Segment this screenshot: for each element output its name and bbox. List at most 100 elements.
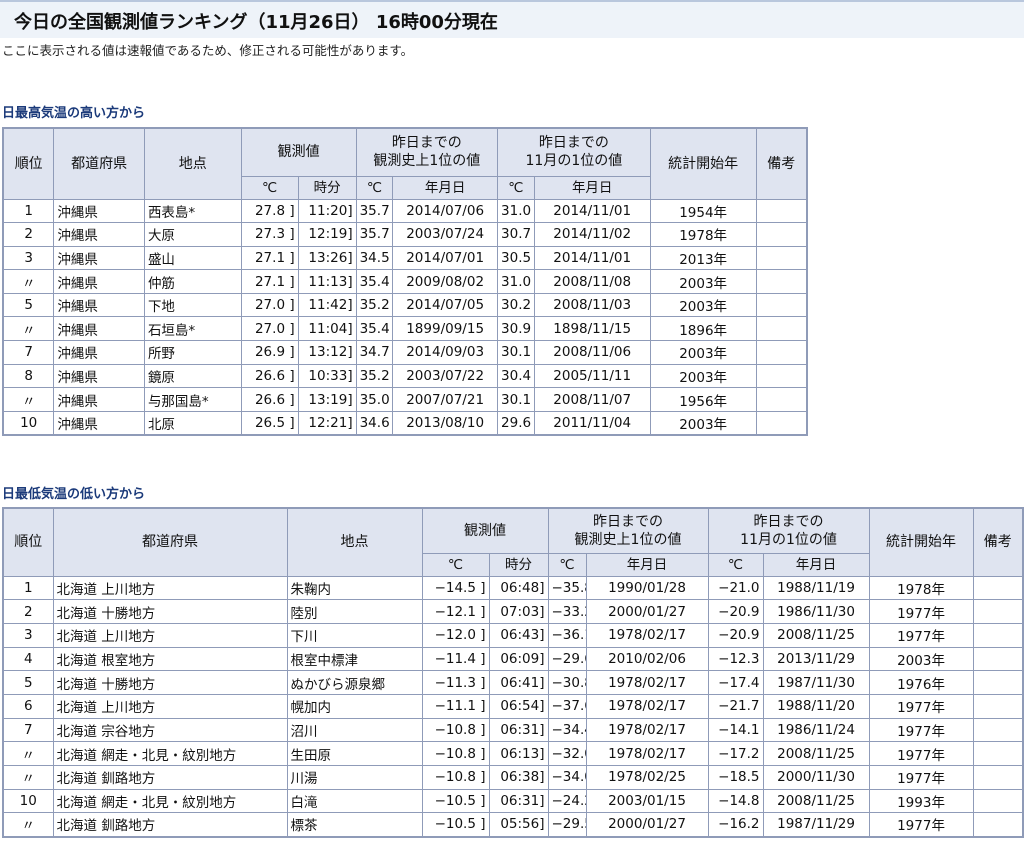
cell-remark bbox=[755, 387, 808, 412]
cell-observed-value: −11.1 ] bbox=[421, 693, 490, 719]
cell-month-value: −12.3 bbox=[707, 646, 764, 672]
cell-month-date: 1988/11/19 bbox=[762, 575, 870, 601]
cell-month-date: 2011/11/04 bbox=[533, 410, 651, 436]
cell-remark bbox=[972, 693, 1024, 719]
cell-point: 所野 bbox=[143, 340, 242, 365]
cell-rank: 8 bbox=[2, 363, 55, 389]
cell-remark bbox=[755, 222, 808, 247]
table-row: 2 沖縄県 大原 27.3 ] 12:19] 35.7 2003/07/24 30.7 2014… bbox=[2, 222, 808, 247]
cell-start-year: 1977年 bbox=[868, 812, 974, 838]
subheader-date: 年月日 bbox=[533, 175, 651, 200]
cell-record-date: 1978/02/17 bbox=[585, 741, 709, 766]
cell-record-value: −35.8 bbox=[547, 575, 587, 601]
cell-observed-time: 06:31] bbox=[488, 788, 549, 814]
cell-month-date: 2008/11/07 bbox=[533, 387, 651, 412]
subheader-time: 時分 bbox=[297, 175, 357, 200]
cell-rank: 〃 bbox=[2, 765, 54, 790]
cell-month-value: 30.7 bbox=[497, 222, 535, 247]
cell-rank: 1 bbox=[2, 198, 55, 224]
cell-start-year: 1978年 bbox=[868, 575, 974, 601]
cell-record-value: 35.2 bbox=[355, 363, 394, 389]
header-month-line1: 昨日までの bbox=[538, 135, 609, 152]
cell-point: 下地 bbox=[143, 292, 242, 318]
cell-rank: 5 bbox=[2, 670, 54, 695]
table-row: 〃北海道 釧路地方標茶−10.5 ]05:56]−29.52000/01/27−… bbox=[2, 812, 1024, 838]
cell-remark bbox=[972, 599, 1024, 624]
cell-point: ぬかびら源泉郷 bbox=[286, 670, 423, 695]
cell-record-value: −29.5 bbox=[547, 812, 587, 838]
cell-month-date: 1986/11/30 bbox=[762, 599, 870, 624]
cell-start-year: 1896年 bbox=[649, 316, 757, 342]
table-row: 3北海道 上川地方下川−12.0 ]06:43]−36.11978/02/17−… bbox=[2, 622, 1024, 648]
cell-rank: 6 bbox=[2, 693, 54, 719]
header-remark: 備考 bbox=[972, 507, 1024, 577]
cell-prefecture: 北海道 根室地方 bbox=[52, 646, 288, 672]
header-start-year: 統計開始年 bbox=[868, 507, 974, 577]
cell-prefecture: 北海道 宗谷地方 bbox=[52, 717, 288, 743]
cell-prefecture: 北海道 上川地方 bbox=[52, 575, 288, 601]
cell-rank: 2 bbox=[2, 599, 54, 624]
cell-start-year: 1977年 bbox=[868, 741, 974, 766]
cell-point: 下川 bbox=[286, 622, 423, 648]
cell-rank: 〃 bbox=[2, 316, 55, 342]
cell-record-value: −30.8 bbox=[547, 670, 587, 695]
cell-record-value: −33.2 bbox=[547, 599, 587, 624]
cell-month-value: 31.0 bbox=[497, 198, 535, 224]
cell-prefecture: 北海道 釧路地方 bbox=[52, 812, 288, 838]
cell-observed-time: 06:41] bbox=[488, 670, 549, 695]
cell-observed-value: 27.1 ] bbox=[240, 245, 299, 271]
table-row: 6北海道 上川地方幌加内−11.1 ]06:54]−37.61978/02/17… bbox=[2, 693, 1024, 719]
subheader-date: 年月日 bbox=[762, 552, 870, 577]
cell-rank: 4 bbox=[2, 646, 54, 672]
cell-rank: 〃 bbox=[2, 269, 55, 294]
cell-point: 生田原 bbox=[286, 741, 423, 766]
table-row: 10北海道 網走・北見・紋別地方白滝−10.5 ]06:31]−24.22003… bbox=[2, 788, 1024, 814]
subheader-date: 年月日 bbox=[585, 552, 709, 577]
cell-observed-value: −12.1 ] bbox=[421, 599, 490, 624]
header-record: 昨日までの 観測史上1位の値 bbox=[547, 507, 709, 554]
table-row: 〃沖縄県 与那国島* 26.6 ] 13:19] 35.0 2007/07/21 30.1 2… bbox=[2, 387, 808, 412]
cell-record-date: 2003/07/24 bbox=[392, 222, 499, 247]
cell-record-date: 2010/02/06 bbox=[585, 646, 709, 672]
cell-month-value: −17.4 bbox=[707, 670, 764, 695]
header-record-line2: 観測史上1位の値 bbox=[373, 153, 481, 170]
cell-prefecture: 北海道 上川地方 bbox=[52, 622, 288, 648]
cell-month-date: 1898/11/15 bbox=[533, 316, 651, 342]
cell-remark bbox=[972, 575, 1024, 601]
cell-observed-value: 26.9 ] bbox=[240, 340, 299, 365]
cell-start-year: 1993年 bbox=[868, 788, 974, 814]
cell-rank: 〃 bbox=[2, 387, 55, 412]
page-title: 今日の全国観測値ランキング（11月26日） 16時00分現在 bbox=[14, 12, 498, 33]
cell-point: 標茶 bbox=[286, 812, 423, 838]
cell-prefecture: 沖縄県 bbox=[53, 340, 145, 365]
cell-point: 仲筋 bbox=[143, 269, 242, 294]
cell-rank: 1 bbox=[2, 575, 54, 601]
cell-month-value: −16.2 bbox=[707, 812, 764, 838]
cell-month-value: −14.8 bbox=[707, 788, 764, 814]
cell-rank: 〃 bbox=[2, 741, 54, 766]
cell-record-value: 34.6 bbox=[355, 410, 394, 436]
cell-observed-time: 11:13] bbox=[297, 269, 357, 294]
table-row: 3 沖縄県 盛山 27.1 ] 13:26] 34.5 2014/07/01 30.5 2014… bbox=[2, 245, 808, 271]
subheader-time: 時分 bbox=[488, 552, 549, 577]
cell-month-date: 2014/11/01 bbox=[533, 198, 651, 224]
cell-start-year: 1977年 bbox=[868, 765, 974, 790]
header-prefecture: 都道府県 bbox=[53, 127, 145, 200]
cell-observed-time: 11:20] bbox=[297, 198, 357, 224]
cell-month-value: −21.7 bbox=[707, 693, 764, 719]
header-record-line2: 観測史上1位の値 bbox=[574, 531, 682, 548]
cell-month-value: −21.0 bbox=[707, 575, 764, 601]
cell-record-date: 1978/02/25 bbox=[585, 765, 709, 790]
cell-point: 盛山 bbox=[143, 245, 242, 271]
cell-rank: 〃 bbox=[2, 812, 54, 838]
table-row: 7 沖縄県 所野 26.9 ] 13:12] 34.7 2014/09/03 30.1 2008… bbox=[2, 340, 808, 365]
cell-observed-value: 27.1 ] bbox=[240, 269, 299, 294]
cell-record-value: 35.7 bbox=[355, 198, 394, 224]
cell-record-value: −29.6 bbox=[547, 646, 587, 672]
cell-month-date: 2008/11/25 bbox=[762, 622, 870, 648]
cell-month-date: 2008/11/25 bbox=[762, 741, 870, 766]
cell-record-date: 2013/08/10 bbox=[392, 410, 499, 436]
cell-rank: 3 bbox=[2, 245, 55, 271]
cell-remark bbox=[755, 269, 808, 294]
table-row: 8 沖縄県 鏡原 26.6 ] 10:33] 35.2 2003/07/22 30.4 2005… bbox=[2, 363, 808, 389]
